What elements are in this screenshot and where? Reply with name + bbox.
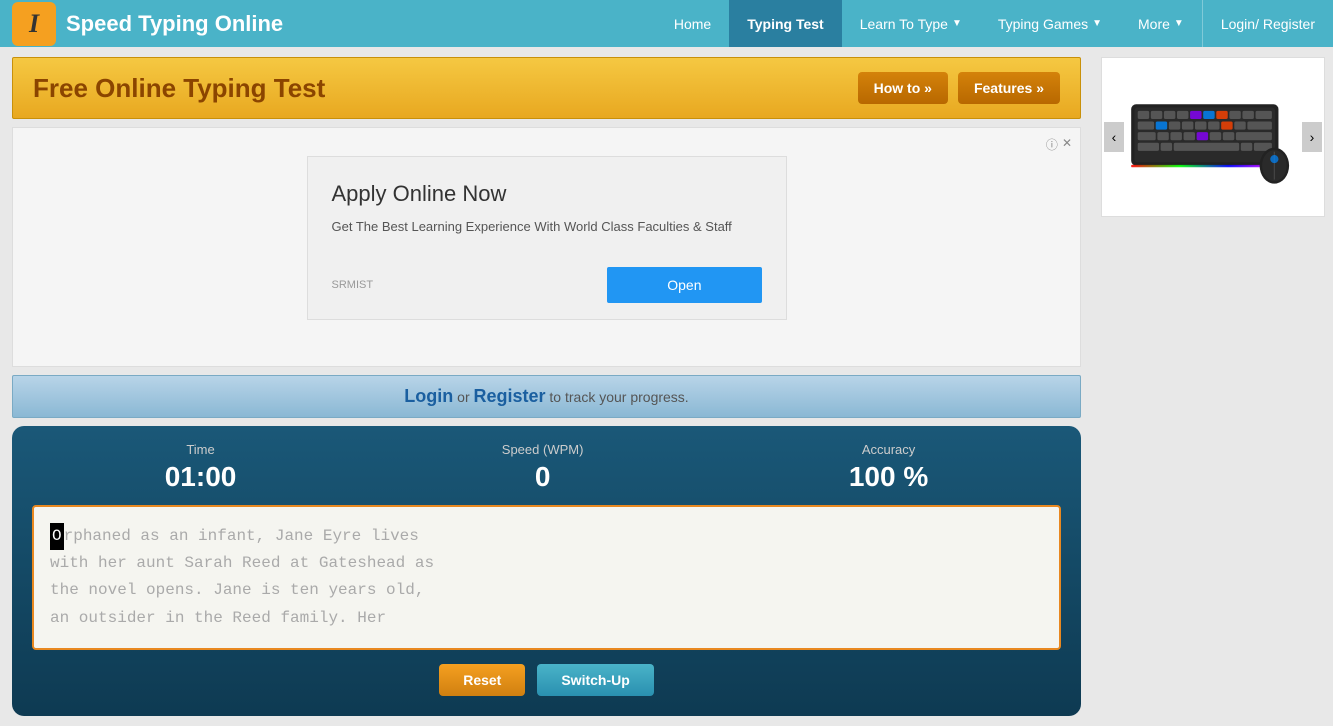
nav-more[interactable]: More ▼ [1120,0,1202,47]
logo-icon: I [12,2,56,46]
typing-stats: Time 01:00 Speed (WPM) 0 Accuracy 100 % [32,442,1061,493]
ad-open-button[interactable]: Open [607,267,761,303]
or-text: or [453,389,473,405]
main-content: Free Online Typing Test How to » Feature… [0,47,1333,726]
ad-info-icon[interactable]: ⓘ [1046,136,1058,153]
typing-text: rphaned as an infant, Jane Eyre lives wi… [50,527,434,627]
nav-typing-games[interactable]: Typing Games ▼ [980,0,1120,47]
nav-logo[interactable]: I Speed Typing Online [0,0,295,47]
reset-button[interactable]: Reset [439,664,525,696]
left-panel: Free Online Typing Test How to » Feature… [0,47,1093,726]
banner-title: Free Online Typing Test [33,73,325,104]
features-button[interactable]: Features » [958,72,1060,104]
carousel-next-button[interactable]: › [1302,122,1322,152]
keyboard-image [1123,87,1303,187]
accuracy-stat: Accuracy 100 % [849,442,928,493]
ad-footer: SRMIST Open [332,257,762,303]
nav-items: Home Typing Test Learn To Type ▼ Typing … [656,0,1333,47]
learn-dropdown-caret: ▼ [952,18,962,29]
typing-buttons: Reset Switch-Up [32,664,1061,696]
track-text: to track your progress. [546,389,689,405]
switchup-button[interactable]: Switch-Up [537,664,653,696]
time-stat: Time 01:00 [165,442,237,493]
time-label: Time [165,442,237,457]
speed-label: Speed (WPM) [502,442,584,457]
time-value: 01:00 [165,461,237,493]
nav-typing-test[interactable]: Typing Test [729,0,841,47]
ad-title: Apply Online Now [332,181,762,207]
banner-buttons: How to » Features » [858,72,1060,104]
right-ad-box: ‹ [1101,57,1325,217]
games-dropdown-caret: ▼ [1092,18,1102,29]
login-prompt: Login or Register to track your progress… [12,375,1081,418]
accuracy-value: 100 % [849,461,928,493]
navbar: I Speed Typing Online Home Typing Test L… [0,0,1333,47]
ad-container: ⓘ ✕ Apply Online Now Get The Best Learni… [12,127,1081,367]
right-panel: ‹ [1093,47,1333,726]
ad-close-icon[interactable]: ✕ [1062,136,1072,153]
carousel-prev-button[interactable]: ‹ [1104,122,1124,152]
ad-inner: Apply Online Now Get The Best Learning E… [307,156,787,320]
ad-description: Get The Best Learning Experience With Wo… [332,217,762,237]
more-dropdown-caret: ▼ [1174,18,1184,29]
ad-source: SRMIST [332,279,374,291]
speed-stat: Speed (WPM) 0 [502,442,584,493]
typing-box[interactable]: Orphaned as an infant, Jane Eyre lives w… [32,505,1061,650]
banner: Free Online Typing Test How to » Feature… [12,57,1081,119]
login-link[interactable]: Login [404,386,453,406]
typing-cursor: O [50,523,64,550]
logo-text: Speed Typing Online [66,11,283,37]
typing-section: Time 01:00 Speed (WPM) 0 Accuracy 100 % … [12,426,1081,716]
ad-controls: ⓘ ✕ [1046,136,1072,153]
nav-login-register[interactable]: Login/ Register [1202,0,1333,47]
nav-home[interactable]: Home [656,0,729,47]
speed-value: 0 [502,461,584,493]
register-link[interactable]: Register [474,386,546,406]
accuracy-label: Accuracy [849,442,928,457]
nav-learn-to-type[interactable]: Learn To Type ▼ [842,0,980,47]
how-to-button[interactable]: How to » [858,72,948,104]
